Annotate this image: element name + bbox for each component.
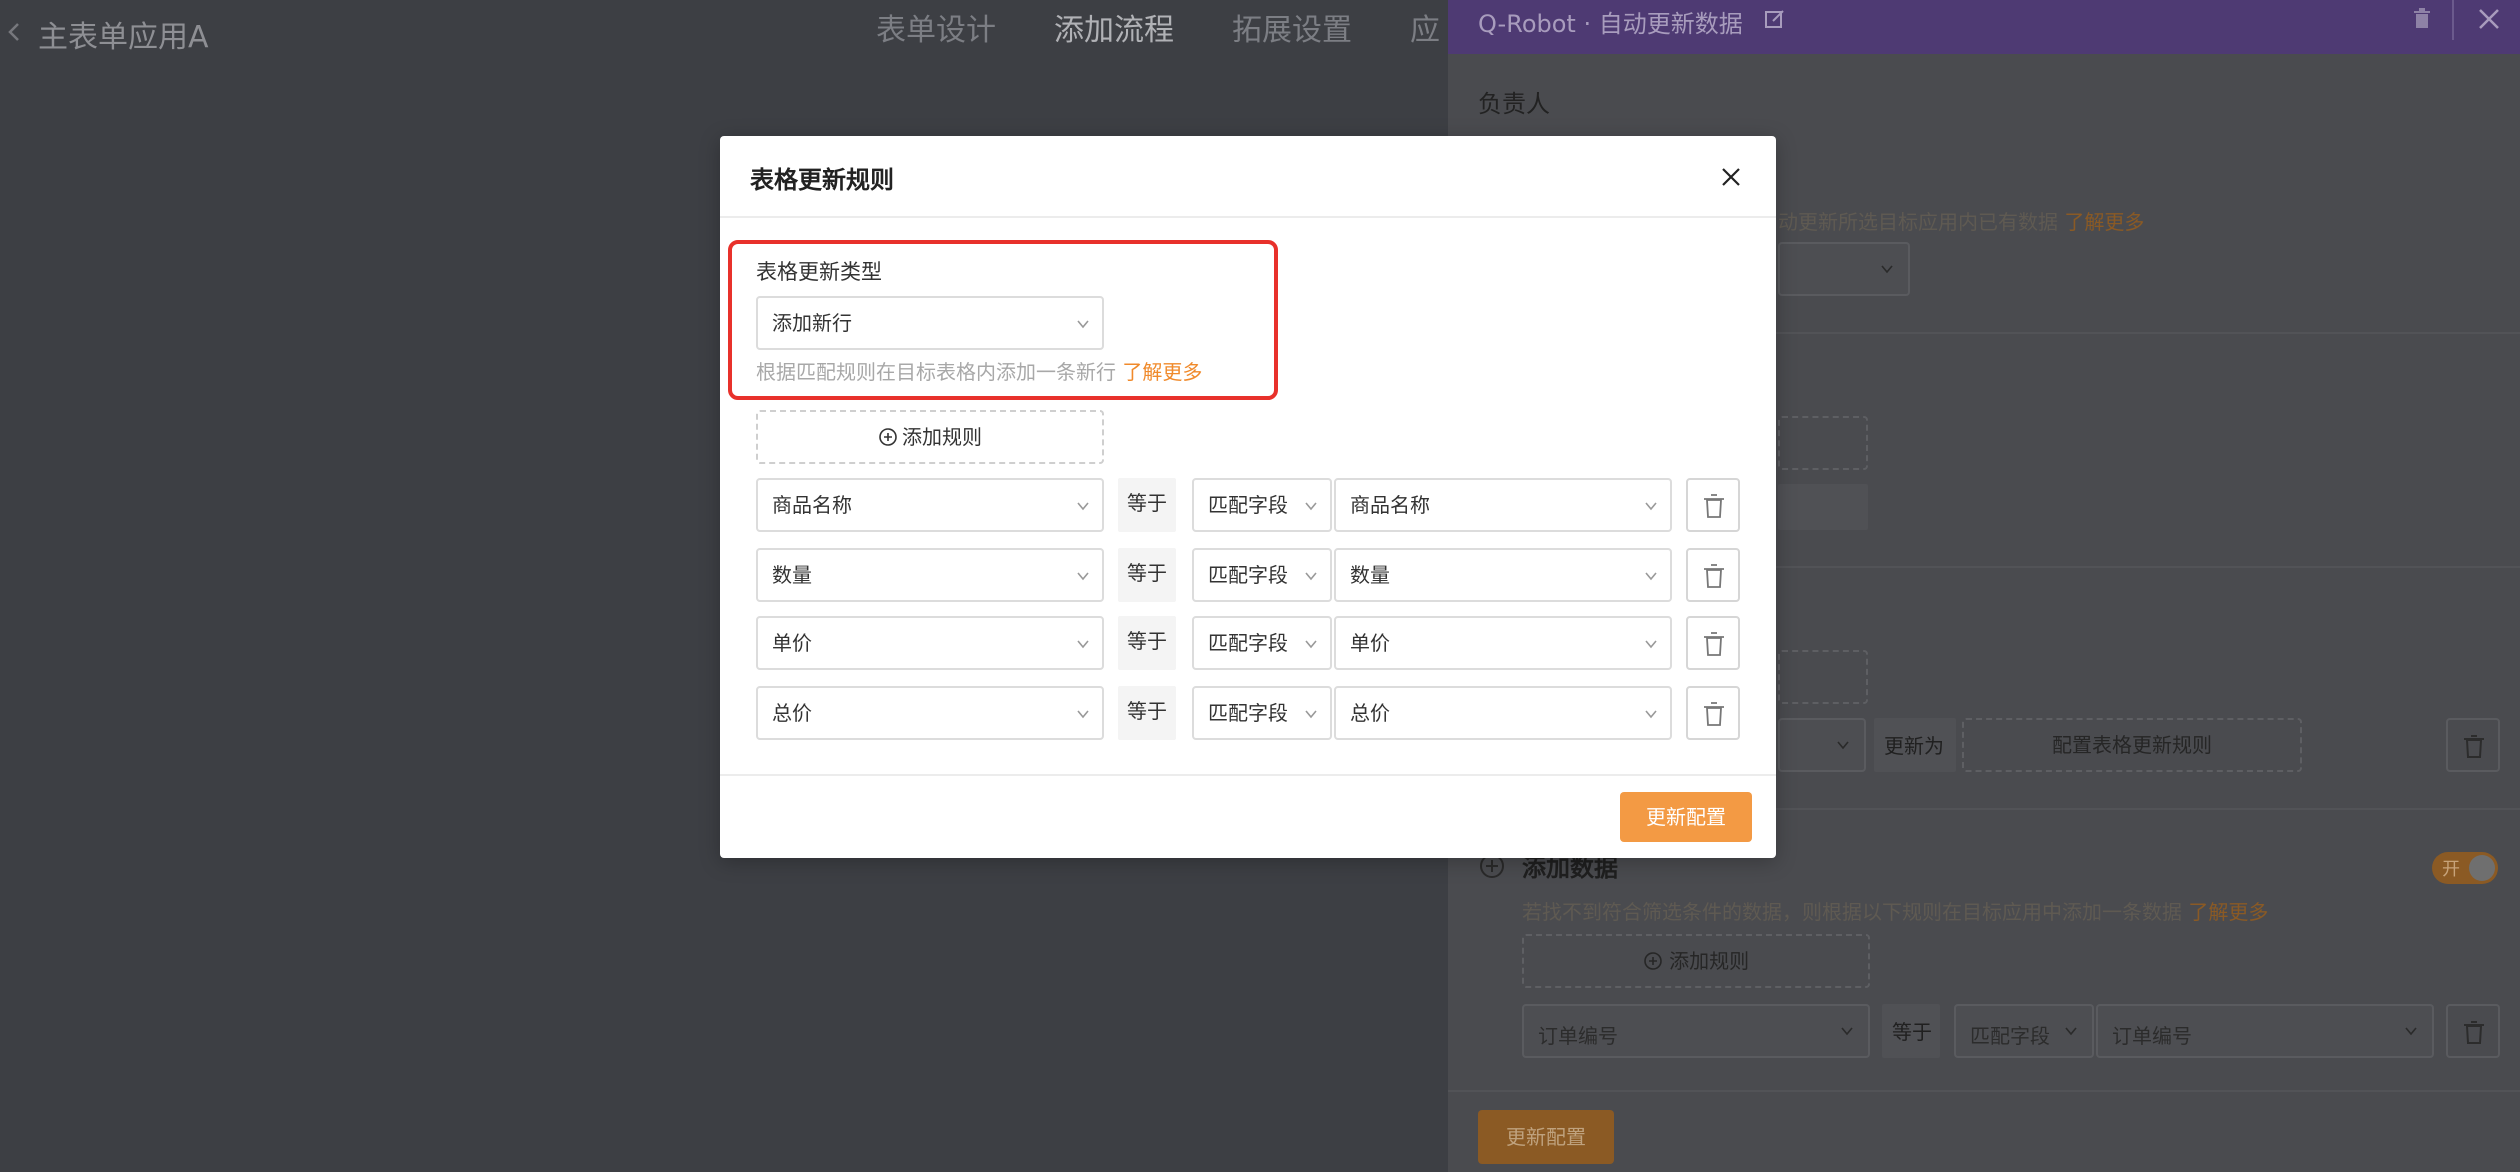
tab-add-flow[interactable]: 添加流程 — [1054, 10, 1174, 68]
update-type-label: 表格更新类型 — [756, 260, 882, 284]
rule-left-select[interactable]: 数量 — [756, 548, 1104, 602]
trash-icon — [1704, 702, 1724, 726]
trash-icon — [2464, 735, 2484, 758]
rule-op-tag: 等于 — [1118, 548, 1176, 602]
add-rule-button[interactable]: 添加规则 — [756, 410, 1104, 464]
owner-label: 负责人 — [1478, 90, 1550, 118]
update-to-tag: 更新为 — [1874, 718, 1956, 772]
side-panel-header: Q-Robot · 自动更新数据 — [1448, 0, 2520, 54]
add-rule-button[interactable]: 添加规则 — [1522, 934, 1870, 988]
modal-header: 表格更新规则 — [720, 136, 1776, 218]
rule-right-select[interactable]: 商品名称 — [1334, 478, 1672, 532]
chevron-down-icon — [1645, 710, 1657, 719]
chevron-down-icon — [1645, 640, 1657, 649]
table-update-rule-modal: 表格更新规则 表格更新类型 添加新行 根据匹配规则在目标表格内添加一条新行 了解… — [720, 136, 1776, 858]
add-data-toggle[interactable]: 开 — [2432, 852, 2498, 884]
toggle-label: 开 — [2442, 859, 2460, 880]
chevron-down-icon — [1077, 572, 1089, 581]
chevron-down-icon — [1645, 502, 1657, 511]
delete-rule-button[interactable] — [1686, 478, 1740, 532]
rule-right-select[interactable]: 单价 — [1334, 616, 1672, 670]
rule-left-select[interactable]: 单价 — [756, 616, 1104, 670]
delete-rule-button[interactable] — [1686, 616, 1740, 670]
config-table-rule-button[interactable]: 配置表格更新规则 — [1962, 718, 2302, 772]
trash-icon — [1704, 564, 1724, 588]
nav-tabs: 表单设计 添加流程 拓展设置 应 — [876, 10, 1498, 68]
rule-op-tag: 等于 — [1118, 686, 1176, 740]
update-hint: 动更新所选目标应用内已有数据 了解更多 — [1778, 210, 2145, 234]
modal-title: 表格更新规则 — [750, 166, 894, 194]
rule-type-select[interactable]: 匹配字段 — [1192, 478, 1332, 532]
chevron-down-icon — [1841, 1027, 1853, 1036]
chevron-down-icon — [1881, 265, 1893, 274]
delete-update-rule-button[interactable] — [2446, 718, 2500, 772]
chevron-left-icon[interactable] — [4, 18, 26, 46]
update-type-hint: 根据匹配规则在目标表格内添加一条新行 了解更多 — [756, 360, 1203, 384]
add-data-hint: 若找不到符合筛选条件的数据，则根据以下规则在目标应用中添加一条数据 了解更多 — [1522, 900, 2269, 924]
chevron-down-icon — [1837, 741, 1849, 750]
trash-icon — [2464, 1021, 2484, 1044]
trash-icon[interactable] — [2412, 8, 2432, 30]
chevron-down-icon — [1305, 502, 1317, 511]
update-type-select[interactable]: 添加新行 — [756, 296, 1104, 350]
plus-circle-icon — [879, 428, 897, 446]
rule-left-select[interactable]: 商品名称 — [756, 478, 1104, 532]
rule-right-select[interactable]: 数量 — [1334, 548, 1672, 602]
filter-box — [1778, 484, 1868, 530]
delete-rule-button[interactable] — [2446, 1004, 2500, 1058]
header-divider — [2452, 0, 2454, 40]
rule-type-select[interactable]: 匹配字段 — [1192, 686, 1332, 740]
close-icon[interactable] — [1716, 162, 1746, 192]
rule-type-select[interactable]: 匹配字段 — [1192, 548, 1332, 602]
update-field-select[interactable] — [1778, 718, 1866, 772]
rule-left-select[interactable]: 订单编号 — [1522, 1004, 1870, 1058]
delete-rule-button[interactable] — [1686, 548, 1740, 602]
chevron-down-icon — [2405, 1027, 2417, 1036]
chevron-down-icon — [1305, 572, 1317, 581]
update-add-box[interactable] — [1778, 650, 1868, 704]
rule-left-select[interactable]: 总价 — [756, 686, 1104, 740]
rule-type-select[interactable]: 匹配字段 — [1192, 616, 1332, 670]
rule-op-tag: 等于 — [1118, 616, 1176, 670]
edit-icon[interactable] — [1764, 8, 1786, 30]
side-panel-title: Q-Robot · 自动更新数据 — [1478, 10, 1743, 38]
plus-circle-icon — [1644, 952, 1662, 970]
delete-rule-button[interactable] — [1686, 686, 1740, 740]
chevron-down-icon — [1305, 710, 1317, 719]
tab-app[interactable]: 应 — [1410, 10, 1440, 66]
chevron-down-icon — [1077, 320, 1089, 329]
target-app-select[interactable] — [1778, 242, 1910, 296]
tab-form-design[interactable]: 表单设计 — [876, 10, 996, 66]
chevron-down-icon — [1645, 572, 1657, 581]
learn-more-link[interactable]: 了解更多 — [1122, 360, 1202, 384]
rule-type-select[interactable]: 匹配字段 — [1954, 1004, 2094, 1058]
rule-op-tag: 等于 — [1882, 1004, 1940, 1058]
chevron-down-icon — [1077, 502, 1089, 511]
app-title: 主表单应用A — [38, 20, 209, 55]
chevron-down-icon — [2065, 1027, 2077, 1036]
update-config-button[interactable]: 更新配置 — [1620, 792, 1752, 842]
chevron-down-icon — [1305, 640, 1317, 649]
filter-add-box[interactable] — [1778, 416, 1868, 470]
tab-extend-settings[interactable]: 拓展设置 — [1232, 10, 1352, 66]
modal-footer-divider — [720, 774, 1776, 776]
side-update-config-button[interactable]: 更新配置 — [1478, 1110, 1614, 1164]
trash-icon — [1704, 494, 1724, 518]
chevron-down-icon — [1077, 710, 1089, 719]
app-header: 主表单应用A 表单设计 添加流程 拓展设置 应 — [0, 0, 1448, 68]
rule-right-select[interactable]: 总价 — [1334, 686, 1672, 740]
trash-icon — [1704, 632, 1724, 656]
section-divider — [1448, 1090, 2520, 1092]
toggle-knob — [2469, 855, 2495, 881]
chevron-down-icon — [1077, 640, 1089, 649]
close-icon[interactable] — [2476, 6, 2502, 32]
rule-right-select[interactable]: 订单编号 — [2096, 1004, 2434, 1058]
rule-op-tag: 等于 — [1118, 478, 1176, 532]
